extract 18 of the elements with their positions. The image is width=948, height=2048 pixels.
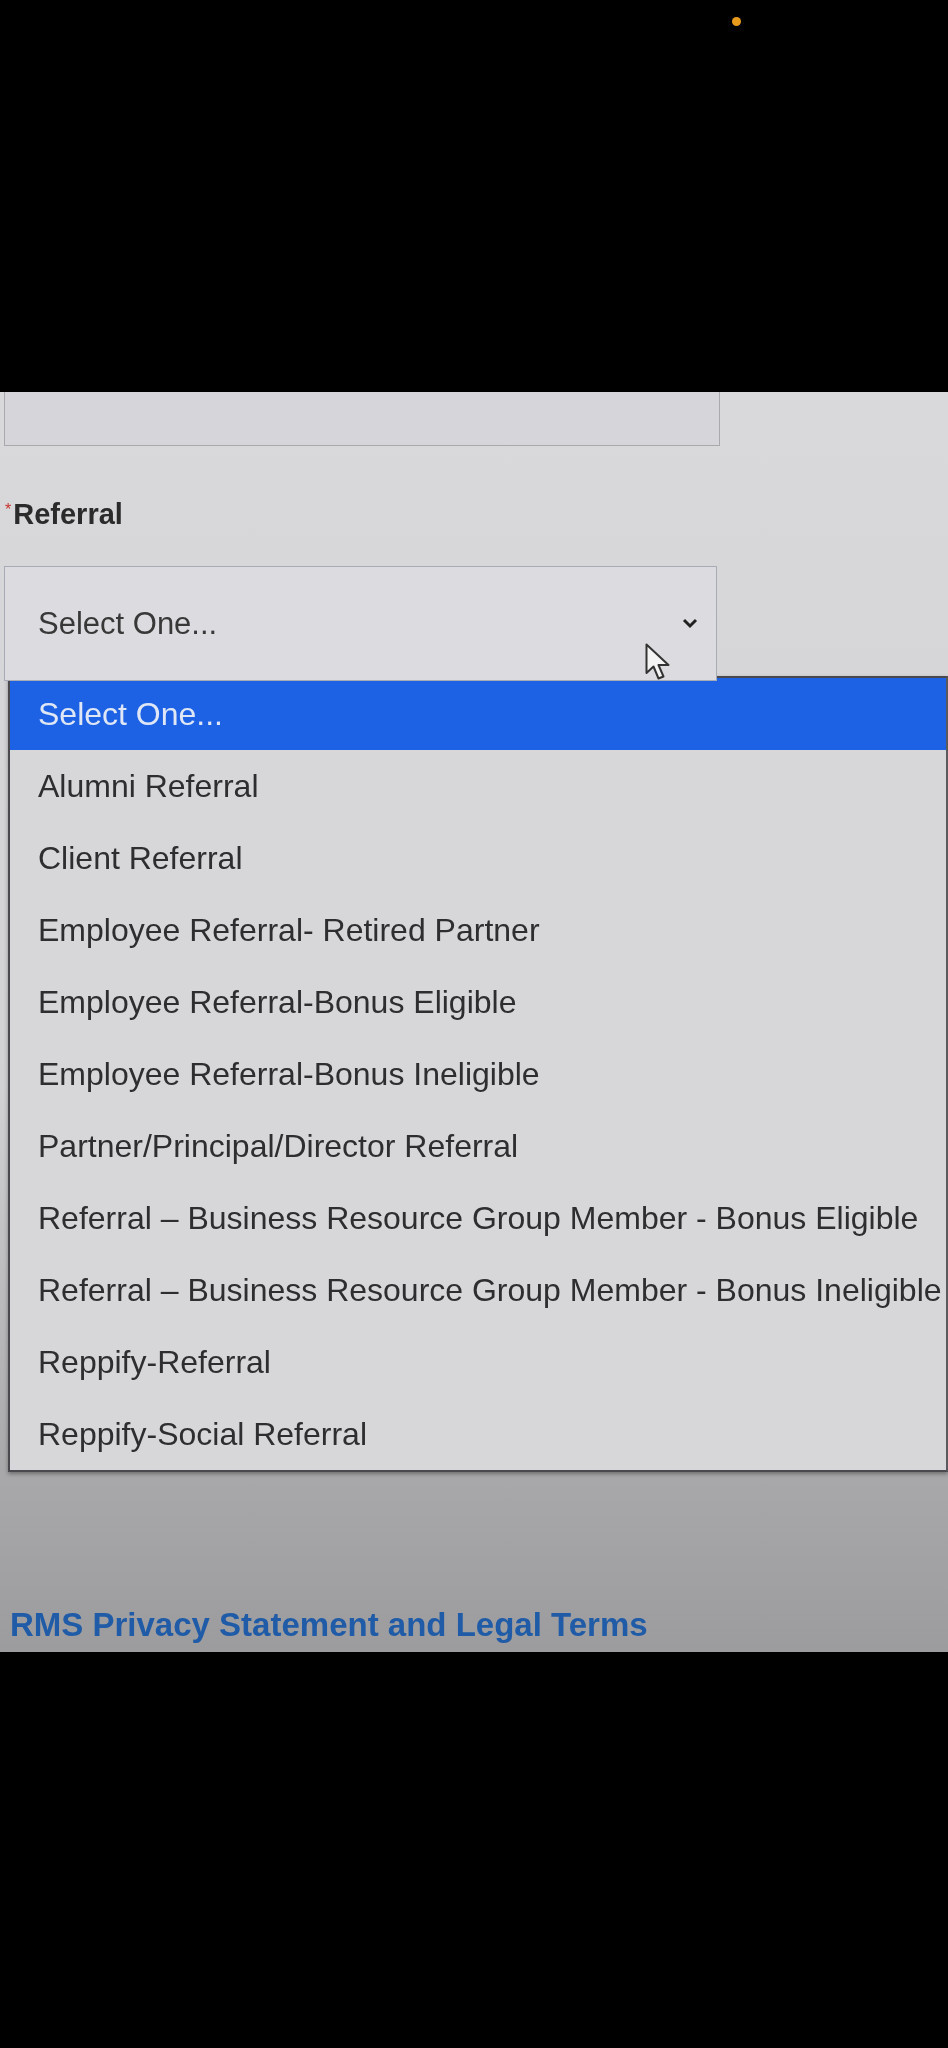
mouse-pointer-icon (645, 643, 671, 681)
dropdown-option[interactable]: Reppify-Referral (10, 1326, 946, 1398)
dropdown-option[interactable]: Referral – Business Resource Group Member - Bonus Eligible (10, 1182, 946, 1254)
indicator-dot-icon (732, 17, 741, 26)
dropdown-option[interactable]: Reppify-Social Referral (10, 1398, 946, 1470)
required-mark: * (5, 500, 12, 520)
dropdown-option[interactable]: Client Referral (10, 822, 946, 894)
dropdown-option[interactable]: Partner/Principal/Director Referral (10, 1110, 946, 1182)
field-label: Referral (13, 497, 123, 532)
dropdown-option[interactable]: Alumni Referral (10, 750, 946, 822)
select-field[interactable] (4, 392, 720, 446)
dropdown-option[interactable]: Referral – Business Resource Group Member - Bonus Ineligible (10, 1254, 946, 1326)
dropdown-option[interactable]: Employee Referral- Retired Partner (10, 894, 946, 966)
dropdown-option[interactable]: Employee Referral-Bonus Ineligible (10, 1038, 946, 1110)
dropdown-option[interactable]: Select One... (10, 678, 946, 750)
dropdown-option[interactable]: Employee Referral-Bonus Eligible (10, 966, 946, 1038)
chevron-down-icon (682, 618, 698, 629)
select-field[interactable]: Select One... (4, 566, 717, 681)
